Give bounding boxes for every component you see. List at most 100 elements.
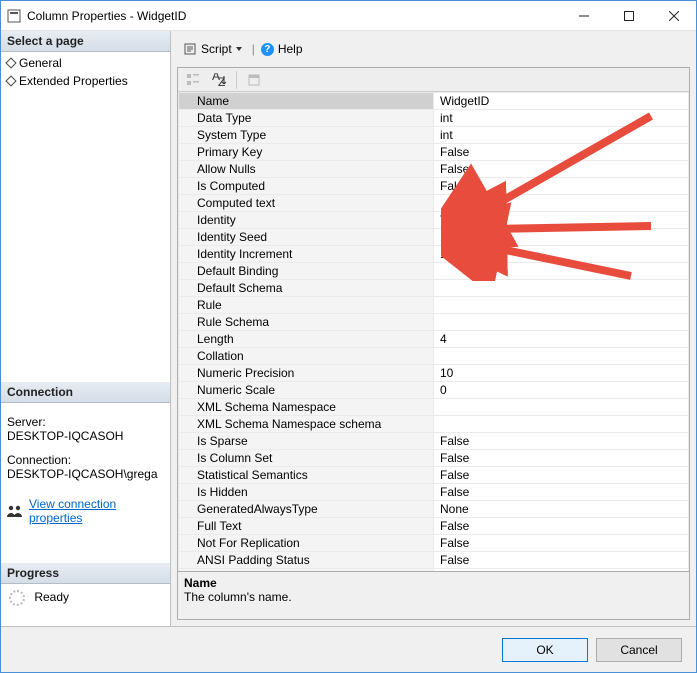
property-value: None — [434, 501, 689, 518]
property-value — [434, 297, 689, 314]
property-grid-frame: AZ NameWidgetIDData TypeintSystem Typein… — [177, 67, 690, 620]
property-row[interactable]: Identity Increment1 — [179, 246, 689, 263]
property-row[interactable]: NameWidgetID — [179, 93, 689, 110]
property-value: 10 — [434, 365, 689, 382]
property-name: Primary Key — [179, 144, 434, 161]
property-name: Is Sparse — [179, 433, 434, 450]
property-name: XML Schema Namespace schema — [179, 416, 434, 433]
script-dropdown[interactable]: Script — [179, 40, 246, 58]
property-name: Statistical Semantics — [179, 467, 434, 484]
property-row[interactable]: XML Schema Namespace schema — [179, 416, 689, 433]
property-name: GeneratedAlwaysType — [179, 501, 434, 518]
property-row[interactable]: Length4 — [179, 331, 689, 348]
property-value: 1 — [434, 246, 689, 263]
property-value: False — [434, 535, 689, 552]
property-row[interactable]: Computed text — [179, 195, 689, 212]
property-value: WidgetID — [434, 93, 689, 110]
property-value — [434, 348, 689, 365]
page-nav-item[interactable]: Extended Properties — [1, 72, 170, 90]
property-row[interactable]: ANSI Padding StatusFalse — [179, 552, 689, 569]
chevron-down-icon — [236, 47, 242, 51]
view-connection-link[interactable]: View connection properties — [29, 497, 164, 525]
property-row[interactable]: Identity Seed1 — [179, 229, 689, 246]
help-button[interactable]: ? Help — [261, 42, 303, 56]
property-row[interactable]: XML Schema Namespace — [179, 399, 689, 416]
progress-state: Ready — [34, 590, 69, 604]
property-name: Is Computed — [179, 178, 434, 195]
property-name: Full Text — [179, 518, 434, 535]
property-row[interactable]: Statistical SemanticsFalse — [179, 467, 689, 484]
connection-value: DESKTOP-IQCASOH\grega — [7, 467, 164, 481]
property-name: XML Schema Namespace — [179, 399, 434, 416]
cancel-button[interactable]: Cancel — [596, 638, 682, 662]
property-row[interactable]: Is ComputedFalse — [179, 178, 689, 195]
property-row[interactable]: Data Typeint — [179, 110, 689, 127]
close-button[interactable] — [651, 1, 696, 30]
property-value — [434, 195, 689, 212]
ok-button[interactable]: OK — [502, 638, 588, 662]
property-grid-toolbar: AZ — [178, 68, 689, 92]
property-value — [434, 263, 689, 280]
property-value: 1 — [434, 229, 689, 246]
alphabetical-button[interactable]: AZ — [208, 70, 230, 90]
property-row[interactable]: Is Column SetFalse — [179, 450, 689, 467]
property-row[interactable]: Allow NullsFalse — [179, 161, 689, 178]
property-pages-button[interactable] — [243, 70, 265, 90]
property-row[interactable]: Default Schema — [179, 280, 689, 297]
dialog-window: Column Properties - WidgetID Select a pa… — [0, 0, 697, 673]
dialog-buttons: OK Cancel — [1, 626, 696, 672]
property-row[interactable]: Numeric Scale0 — [179, 382, 689, 399]
page-nav-item[interactable]: General — [1, 54, 170, 72]
property-value: int — [434, 127, 689, 144]
property-name: Identity Increment — [179, 246, 434, 263]
property-row[interactable]: Rule — [179, 297, 689, 314]
app-icon — [7, 9, 21, 23]
property-row[interactable]: Numeric Precision10 — [179, 365, 689, 382]
property-name: Identity Seed — [179, 229, 434, 246]
property-name: Is Column Set — [179, 450, 434, 467]
property-row[interactable]: IdentityTrue — [179, 212, 689, 229]
property-name: Computed text — [179, 195, 434, 212]
help-icon: ? — [261, 43, 274, 56]
property-name: System Type — [179, 127, 434, 144]
property-name: Data Type — [179, 110, 434, 127]
property-name: Numeric Scale — [179, 382, 434, 399]
connection-heading: Connection — [1, 382, 170, 403]
property-name: Numeric Precision — [179, 365, 434, 382]
maximize-button[interactable] — [606, 1, 651, 30]
property-value: True — [434, 212, 689, 229]
property-value: False — [434, 161, 689, 178]
property-row[interactable]: GeneratedAlwaysTypeNone — [179, 501, 689, 518]
property-row[interactable]: Full TextFalse — [179, 518, 689, 535]
property-value: 0 — [434, 382, 689, 399]
property-row[interactable]: System Typeint — [179, 127, 689, 144]
window-title: Column Properties - WidgetID — [27, 9, 561, 23]
property-row[interactable]: Is HiddenFalse — [179, 484, 689, 501]
minimize-button[interactable] — [561, 1, 606, 30]
property-row[interactable]: Not For ReplicationFalse — [179, 535, 689, 552]
property-value: False — [434, 450, 689, 467]
property-row[interactable]: Default Binding — [179, 263, 689, 280]
script-icon — [183, 42, 197, 56]
server-label: Server: — [7, 415, 164, 429]
property-name: Not For Replication — [179, 535, 434, 552]
property-value — [434, 280, 689, 297]
view-connection-row: View connection properties — [1, 497, 170, 533]
property-row[interactable]: Is SparseFalse — [179, 433, 689, 450]
property-row[interactable]: Collation — [179, 348, 689, 365]
property-row[interactable]: Rule Schema — [179, 314, 689, 331]
property-name: Allow Nulls — [179, 161, 434, 178]
property-row[interactable]: Primary KeyFalse — [179, 144, 689, 161]
property-grid[interactable]: NameWidgetIDData TypeintSystem TypeintPr… — [178, 92, 689, 571]
categorized-button[interactable] — [182, 70, 204, 90]
description-text: The column's name. — [184, 590, 683, 604]
group-icon — [7, 504, 23, 518]
toolbar: Script | ? Help — [177, 37, 690, 61]
property-value — [434, 314, 689, 331]
property-name: ANSI Padding Status — [179, 552, 434, 569]
property-name: Is Hidden — [179, 484, 434, 501]
progress-heading: Progress — [1, 563, 170, 584]
pages-heading: Select a page — [1, 31, 170, 52]
property-value — [434, 416, 689, 433]
property-name: Identity — [179, 212, 434, 229]
